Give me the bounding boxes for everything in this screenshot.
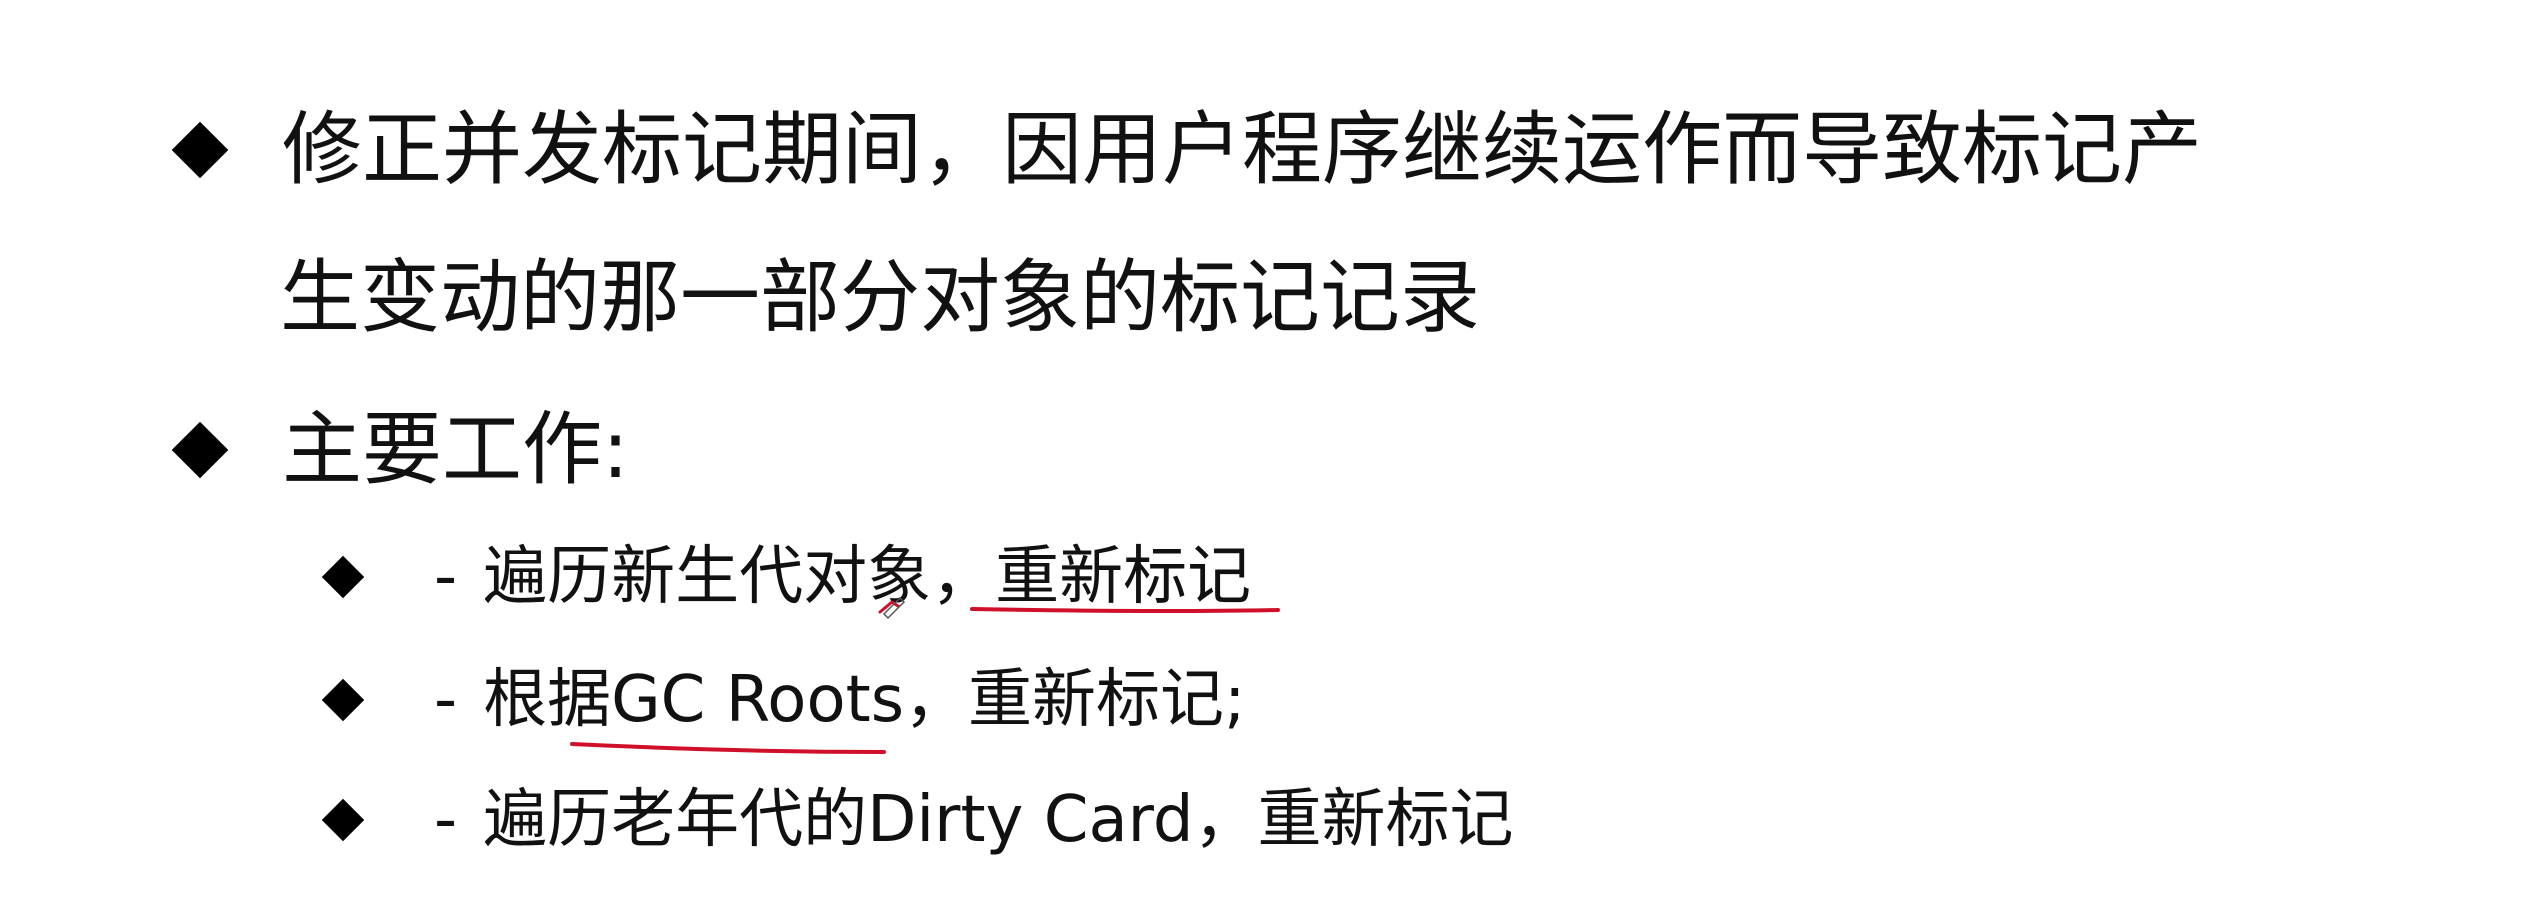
slide: 修正并发标记期间，因用户程序继续运作而导致标记产 生变动的那一部分对象的标记记录… [0,0,2528,902]
diamond-bullet-icon [321,798,365,842]
sub-bullet-1: - 遍历新生代对象，重新标记 [321,540,1252,614]
red-underline-2 [570,742,886,754]
diamond-bullet-icon [321,555,365,599]
diamond-bullet-icon [171,421,229,479]
sub-bullet-3-text: 遍历老年代的Dirty Card，重新标记 [483,783,1514,857]
sub-bullet-3-dash: - [434,783,458,857]
bullet-2-text: 主要工作: [282,403,629,496]
bullet-1-line-1: 修正并发标记期间，因用户程序继续运作而导致标记产 [282,103,2202,196]
diamond-bullet-icon [321,678,365,722]
sub-bullet-1-text: 遍历新生代对象，重新标记 [483,540,1252,614]
bullet-1-line-2: 生变动的那一部分对象的标记记录 [280,251,1480,344]
bullet-2: 主要工作: [171,403,629,496]
sub-bullet-1-dash: - [434,540,458,614]
diamond-bullet-icon [171,121,229,179]
sub-bullet-2-dash: - [434,663,458,737]
sub-bullet-3: - 遍历老年代的Dirty Card，重新标记 [321,783,1514,857]
bullet-1-continuation: 生变动的那一部分对象的标记记录 [280,258,1480,338]
sub-bullet-2: - 根据GC Roots，重新标记; [321,663,1246,737]
bullet-1: 修正并发标记期间，因用户程序继续运作而导致标记产 [171,103,2202,196]
sub-bullet-2-text: 根据GC Roots，重新标记; [483,663,1246,737]
